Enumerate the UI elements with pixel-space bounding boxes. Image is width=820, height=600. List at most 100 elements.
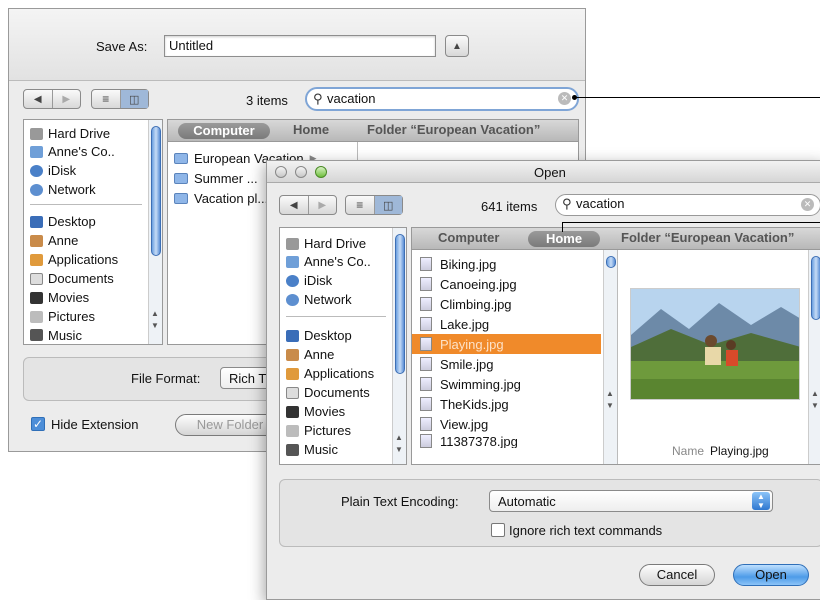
back-icon[interactable]: ◀ [280,196,309,214]
view-buttons[interactable]: ≡ ◫ [345,195,403,215]
sidebar-item-computer[interactable]: Anne's Co.. [30,144,115,159]
preview-scrollbar[interactable]: ▲ ▼ [808,250,820,464]
home-icon [286,348,299,361]
encoding-popup[interactable]: Automatic ▲ ▼ [489,490,773,512]
list-item-selected[interactable]: Playing.jpg [412,334,601,354]
save-as-field[interactable]: Untitled [164,35,436,57]
sidebar-item-movies[interactable]: Movies [30,290,89,305]
file-list-scrollbar[interactable]: ▲ ▼ [603,250,617,464]
list-item[interactable]: TheKids.jpg [412,394,601,414]
list-item[interactable]: Biking.jpg [412,254,601,274]
zoom-icon[interactable] [315,166,327,178]
callout-dot-search [572,95,577,100]
open-button[interactable]: Open [733,564,809,586]
image-file-icon [420,357,432,371]
forward-icon[interactable]: ▶ [309,196,337,214]
open-sidebar: Hard Drive Anne's Co.. iDisk Network Des… [279,227,407,465]
list-item[interactable]: 11387378.jpg [412,434,601,448]
ignore-rich-text-checkbox[interactable] [491,523,505,537]
sidebar-item-hard-drive[interactable]: Hard Drive [286,236,366,251]
scroll-up-arrow[interactable]: ▲ [811,390,819,398]
expand-collapse-button[interactable]: ▲ [445,35,469,57]
column-view-icon[interactable]: ◫ [374,196,402,214]
sidebar-item-anne[interactable]: Anne [30,233,78,248]
sidebar-item-pictures[interactable]: Pictures [30,309,95,324]
list-item[interactable]: Lake.jpg [412,314,601,334]
list-item[interactable]: Canoeing.jpg [412,274,601,294]
sidebar-item-network[interactable]: Network [286,292,352,307]
path-home[interactable]: Home [293,122,329,137]
network-icon [286,293,299,306]
path-folder[interactable]: Folder “European Vacation” [621,230,794,245]
search-field[interactable]: ⚲ vacation ✕ [305,87,579,111]
scroll-down-arrow[interactable]: ▼ [151,322,159,330]
image-file-icon [420,317,432,331]
photo-thumbnail [631,289,799,399]
encoding-label: Plain Text Encoding: [341,494,459,509]
idisk-icon [286,274,299,287]
sidebar-item-hard-drive[interactable]: Hard Drive [30,126,110,141]
sidebar-item-music[interactable]: Music [286,442,338,457]
pictures-icon [286,424,299,437]
sidebar-item-pictures[interactable]: Pictures [286,423,351,438]
sidebar-item-desktop[interactable]: Desktop [30,214,96,229]
scroll-up-arrow[interactable]: ▲ [606,390,614,398]
list-item[interactable]: Swimming.jpg [412,374,601,394]
scroll-up-arrow[interactable]: ▲ [151,310,159,318]
sidebar-item-music[interactable]: Music [30,328,82,342]
item-count: 3 items [246,93,288,108]
back-forward-buttons[interactable]: ◀ ▶ [23,89,81,109]
sidebar-item-desktop[interactable]: Desktop [286,328,352,343]
callout-line-home [562,222,820,223]
list-item[interactable]: View.jpg [412,414,601,434]
list-item[interactable]: Climbing.jpg [412,294,601,314]
sidebar-item-idisk[interactable]: iDisk [30,163,76,178]
close-icon[interactable] [275,166,287,178]
forward-icon[interactable]: ▶ [53,90,81,108]
search-field[interactable]: ⚲ vacation ✕ [555,194,820,216]
sidebar-separator [286,316,386,317]
cancel-button[interactable]: Cancel [639,564,715,586]
scroll-up-arrow[interactable]: ▲ [395,434,403,442]
back-forward-buttons[interactable]: ◀ ▶ [279,195,337,215]
path-computer[interactable]: Computer [178,123,270,139]
clear-search-icon[interactable]: ✕ [801,198,814,211]
sidebar-item-movies[interactable]: Movies [286,404,345,419]
preview-scroll-thumb[interactable] [811,256,820,320]
scroll-down-arrow[interactable]: ▼ [606,402,614,410]
sidebar-item-documents[interactable]: Documents [30,271,114,286]
sidebar-item-idisk[interactable]: iDisk [286,273,332,288]
preview-image [630,288,800,400]
sidebar-item-applications[interactable]: Applications [30,252,118,267]
sidebar-item-anne[interactable]: Anne [286,347,334,362]
sidebar-scrollbar[interactable]: ▲ ▼ [392,228,406,464]
scroll-down-arrow[interactable]: ▼ [395,446,403,454]
sidebar-item-applications[interactable]: Applications [286,366,374,381]
clear-search-icon[interactable]: ✕ [558,92,571,105]
hide-extension-checkbox[interactable]: ✓ [31,417,45,431]
sidebar-scroll-thumb[interactable] [395,234,405,374]
path-folder[interactable]: Folder “European Vacation” [367,122,540,137]
idisk-icon [30,164,43,177]
home-icon [30,234,43,247]
minimize-icon[interactable] [295,166,307,178]
path-computer[interactable]: Computer [438,230,499,245]
file-list-scroll-thumb[interactable] [606,256,616,268]
preview-column: Name Playing.jpg ▲ ▼ [618,250,820,464]
list-view-icon[interactable]: ≡ [92,90,121,108]
search-icon: ⚲ [313,91,323,106]
sidebar-scroll-thumb[interactable] [151,126,161,256]
sidebar-item-computer[interactable]: Anne's Co.. [286,254,371,269]
list-view-icon[interactable]: ≡ [346,196,375,214]
path-home[interactable]: Home [528,231,600,247]
sidebar-scrollbar[interactable]: ▲ ▼ [148,120,162,344]
back-icon[interactable]: ◀ [24,90,53,108]
preview-name-label: Name [672,444,705,458]
view-buttons[interactable]: ≡ ◫ [91,89,149,109]
scroll-down-arrow[interactable]: ▼ [811,402,819,410]
sidebar-item-documents[interactable]: Documents [286,385,370,400]
list-item[interactable]: Smile.jpg [412,354,601,374]
sidebar-separator [30,204,142,205]
sidebar-item-network[interactable]: Network [30,182,96,197]
column-view-icon[interactable]: ◫ [120,90,148,108]
